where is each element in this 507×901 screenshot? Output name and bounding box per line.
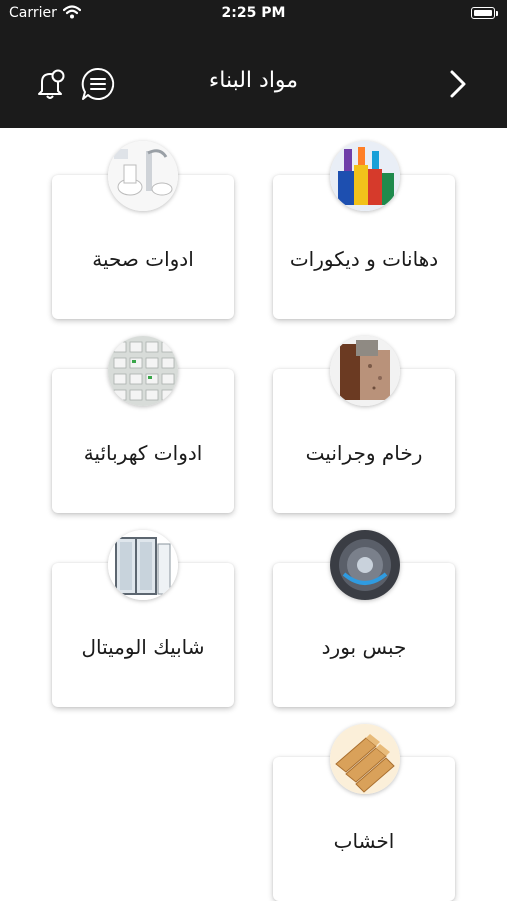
category-label: اخشاب bbox=[333, 829, 395, 853]
aluminium-window-icon bbox=[108, 530, 178, 600]
electrical-icon bbox=[108, 336, 178, 406]
category-label: ادوات صحية bbox=[92, 247, 194, 271]
paint-icon bbox=[330, 141, 400, 211]
sanitary-icon bbox=[108, 141, 178, 211]
battery-icon bbox=[471, 7, 495, 19]
category-label: رخام وجرانيت bbox=[305, 441, 423, 465]
marble-icon bbox=[330, 336, 400, 406]
status-bar: Carrier 2:25 PM bbox=[0, 0, 507, 28]
top-app-bar: Carrier 2:25 PM مواد البناء bbox=[0, 0, 507, 128]
wood-icon bbox=[330, 724, 400, 794]
category-label: ادوات كهربائية bbox=[83, 441, 203, 465]
chevron-right-icon[interactable] bbox=[446, 68, 470, 100]
category-label: جبس بورد bbox=[321, 635, 407, 659]
gypsum-icon bbox=[330, 530, 400, 600]
battery-tip bbox=[496, 11, 498, 16]
category-label: دهانات و ديكورات bbox=[289, 247, 439, 271]
category-label: شابيك الوميتال bbox=[81, 635, 205, 659]
status-time: 2:25 PM bbox=[221, 5, 286, 21]
page-title: مواد البناء bbox=[208, 68, 299, 93]
